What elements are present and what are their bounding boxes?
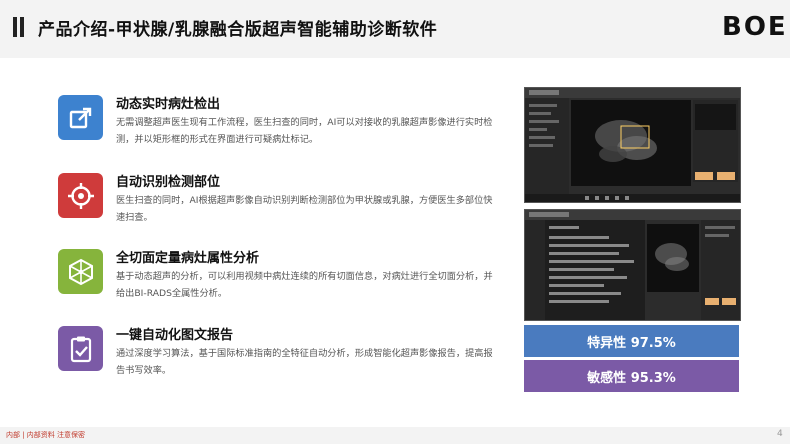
feature-description: 无需调整超声医生现有工作流程，医生扫查的同时，AI可以对接收的乳腺超声影像进行实… [116, 117, 493, 145]
boe-logo: BOE [722, 12, 788, 42]
target-icon [58, 173, 103, 218]
feature-title: 全切面定量病灶属性分析 [116, 251, 260, 266]
footer-bar: 内部 | 内部资料 注意保密 [0, 427, 790, 444]
hexagon-network-icon [58, 249, 103, 294]
share-arrow-icon [58, 95, 103, 140]
page-number: 4 [777, 429, 783, 439]
feature-description: 基于动态超声的分析，可以利用视频中病灶连续的所有切面信息，对病灶进行全切面分析，… [116, 271, 493, 299]
feature-title: 自动识别检测部位 [116, 175, 221, 190]
feature-title: 动态实时病灶检出 [116, 97, 221, 112]
software-screenshot-detection [524, 87, 741, 203]
confidential-note: 内部 | 内部资料 注意保密 [6, 431, 86, 439]
title-accent-bars [13, 17, 27, 41]
header-bar: 产品介绍-甲状腺/乳腺融合版超声智能辅助诊断软件 BOE [0, 0, 790, 58]
sensitivity-badge: 敏感性 95.3% [524, 360, 739, 392]
feature-description: 通过深度学习算法，基于国际标准指南的全特征自动分析，形成智能化超声影像报告，提高… [116, 348, 493, 376]
specificity-badge: 特异性 97.5% [524, 325, 739, 357]
feature-title: 一键自动化图文报告 [116, 328, 234, 343]
software-screenshot-report [524, 209, 741, 321]
clipboard-check-icon [58, 326, 103, 371]
feature-description: 医生扫查的同时，AI根据超声影像自动识别判断检测部位为甲状腺或乳腺，方便医生多部… [116, 195, 493, 223]
page-title: 产品介绍-甲状腺/乳腺融合版超声智能辅助诊断软件 [38, 20, 438, 40]
